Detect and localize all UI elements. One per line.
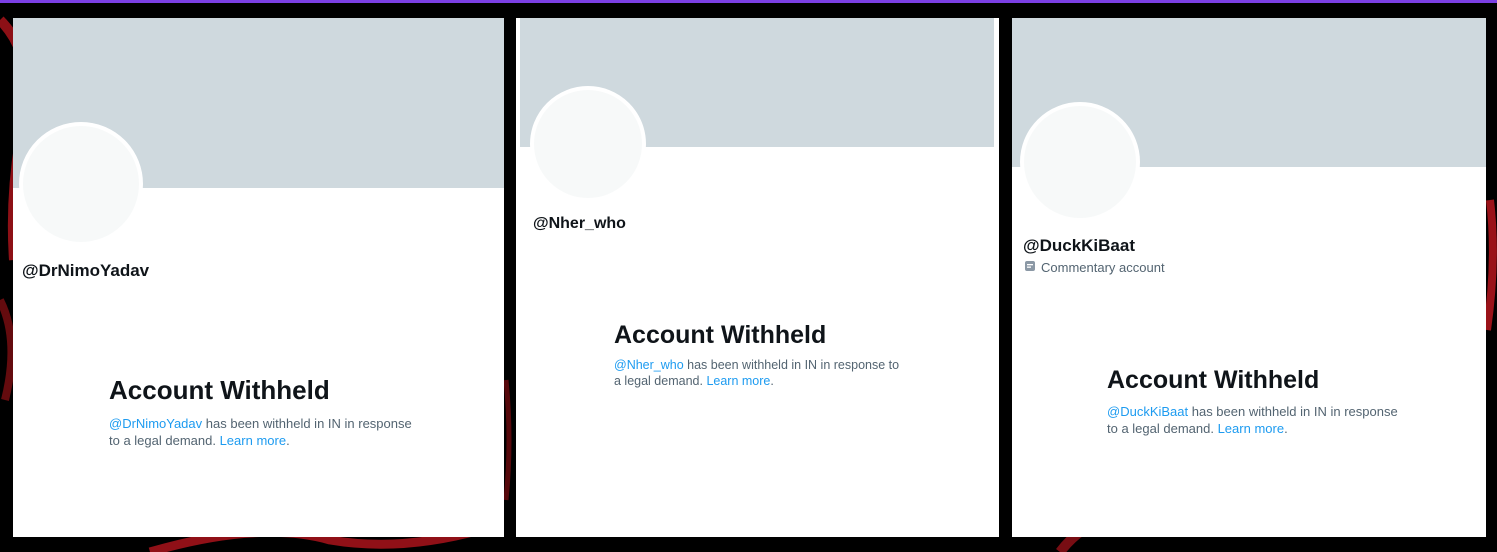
mention-link[interactable]: @Nher_who [614,358,684,372]
withheld-title: Account Withheld [1107,366,1320,394]
withheld-message: @Nher_who has been withheld in IN in res… [614,357,909,389]
withheld-message: @DuckKiBaat has been withheld in IN in r… [1107,403,1412,437]
learn-more-link[interactable]: Learn more [1218,421,1284,436]
learn-more-link[interactable]: Learn more [706,374,770,388]
profile-avatar[interactable] [1020,102,1140,222]
period-text: . [286,433,290,448]
profile-panel-1: @DrNimoYadav Account Withheld @DrNimoYad… [13,18,504,537]
profile-avatar[interactable] [530,86,646,202]
commentary-text: Commentary account [1041,260,1165,275]
profile-handle: @DuckKiBaat [1023,236,1135,255]
commentary-label: Commentary account [1024,260,1165,275]
commentary-badge-icon [1024,260,1036,275]
learn-more-link[interactable]: Learn more [220,433,286,448]
profile-handle: @DrNimoYadav [22,261,150,280]
withheld-message: @DrNimoYadav has been withheld in IN in … [109,415,419,449]
withheld-title: Account Withheld [109,375,330,405]
profile-avatar[interactable] [19,122,143,246]
mention-link[interactable]: @DuckKiBaat [1107,404,1188,419]
profile-handle: @Nher_who [533,215,626,232]
withheld-title: Account Withheld [614,321,827,349]
profile-panel-2: @Nher_who Account Withheld @Nher_who has… [516,18,999,537]
profile-panel-3: @DuckKiBaat Commentary account Account W… [1012,18,1486,537]
mention-link[interactable]: @DrNimoYadav [109,416,202,431]
period-text: . [770,374,774,388]
top-accent-line [0,0,1497,3]
period-text: . [1284,421,1288,436]
